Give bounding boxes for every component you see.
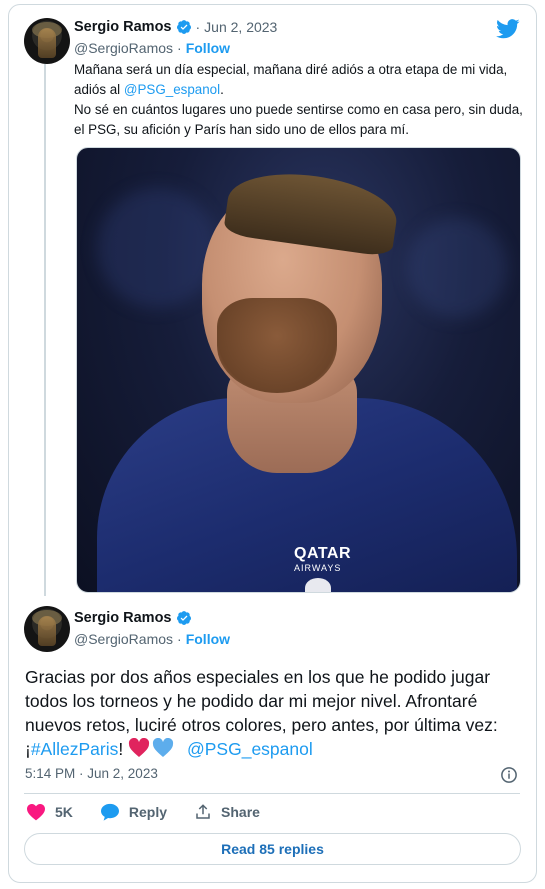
display-name[interactable]: Sergio Ramos (74, 610, 172, 626)
separator-dot: · (195, 19, 201, 35)
thread-connector-line (44, 64, 46, 596)
club-crest-icon (305, 578, 331, 592)
tweet-photo[interactable]: QATAR AIRWAYS (76, 147, 521, 593)
follow-button[interactable]: Follow (186, 40, 230, 56)
handle[interactable]: @SergioRamos (74, 40, 173, 56)
tweet-text-segment: . (220, 82, 224, 97)
author-row: Sergio Ramos · Jun 2, 2023 (74, 19, 277, 35)
handle[interactable]: @SergioRamos (74, 631, 173, 647)
separator-dot: · (177, 631, 182, 647)
tweet-paragraph: No sé en cuántos lugares uno puede senti… (74, 102, 523, 137)
photo-beard (217, 298, 337, 393)
avatar-figure (38, 28, 56, 58)
handle-row: @SergioRamos · Follow (74, 40, 230, 56)
hashtag-link[interactable]: #AllezParis (31, 739, 119, 759)
handle-row: @SergioRamos · Follow (74, 631, 230, 647)
photo-background-light (407, 218, 507, 318)
follow-button[interactable]: Follow (186, 631, 230, 647)
reply-bubble-icon (100, 803, 119, 821)
heart-emojis-icon (129, 738, 174, 757)
tweet-timestamp[interactable]: 5:14 PM · Jun 2, 2023 (25, 766, 158, 781)
like-count: 5K (55, 804, 73, 820)
twitter-bird-icon[interactable] (496, 19, 520, 39)
avatar[interactable] (24, 18, 70, 64)
avatar-figure (38, 616, 56, 646)
mention-link[interactable]: @PSG_espanol (187, 739, 313, 759)
author-row: Sergio Ramos (74, 610, 192, 626)
info-icon[interactable] (500, 766, 518, 784)
display-name[interactable]: Sergio Ramos (74, 19, 172, 35)
action-bar: 5K Reply Share (26, 803, 287, 821)
sponsor-name: QATAR (294, 545, 352, 562)
share-label: Share (221, 804, 260, 820)
tweet-text: Mañana será un día especial, mañana diré… (74, 60, 526, 140)
separator-dot: · (177, 40, 182, 56)
tweet-text-segment: ! (118, 739, 129, 759)
verified-badge-icon (176, 20, 191, 34)
share-icon (196, 804, 210, 819)
reply-label: Reply (128, 804, 168, 820)
verified-badge-icon (176, 611, 191, 625)
tweet-paragraph: Mañana será un día especial, mañana diré… (74, 60, 526, 100)
tweet-text: Gracias por dos años especiales en los q… (25, 665, 525, 761)
read-replies-button[interactable]: Read 85 replies (24, 833, 521, 865)
heart-icon (27, 803, 45, 821)
mention-link[interactable]: @PSG_espanol (124, 82, 220, 97)
avatar[interactable] (24, 606, 70, 652)
jersey-sponsor-logo: QATAR AIRWAYS (294, 546, 351, 576)
divider (24, 793, 520, 794)
share-button[interactable]: Share (194, 803, 260, 821)
photo-background-light (97, 188, 217, 308)
sponsor-subtext: AIRWAYS (294, 563, 342, 573)
like-button[interactable]: 5K (26, 803, 73, 821)
reply-button[interactable]: Reply (100, 803, 167, 821)
tweet-date[interactable]: Jun 2, 2023 (204, 19, 277, 35)
